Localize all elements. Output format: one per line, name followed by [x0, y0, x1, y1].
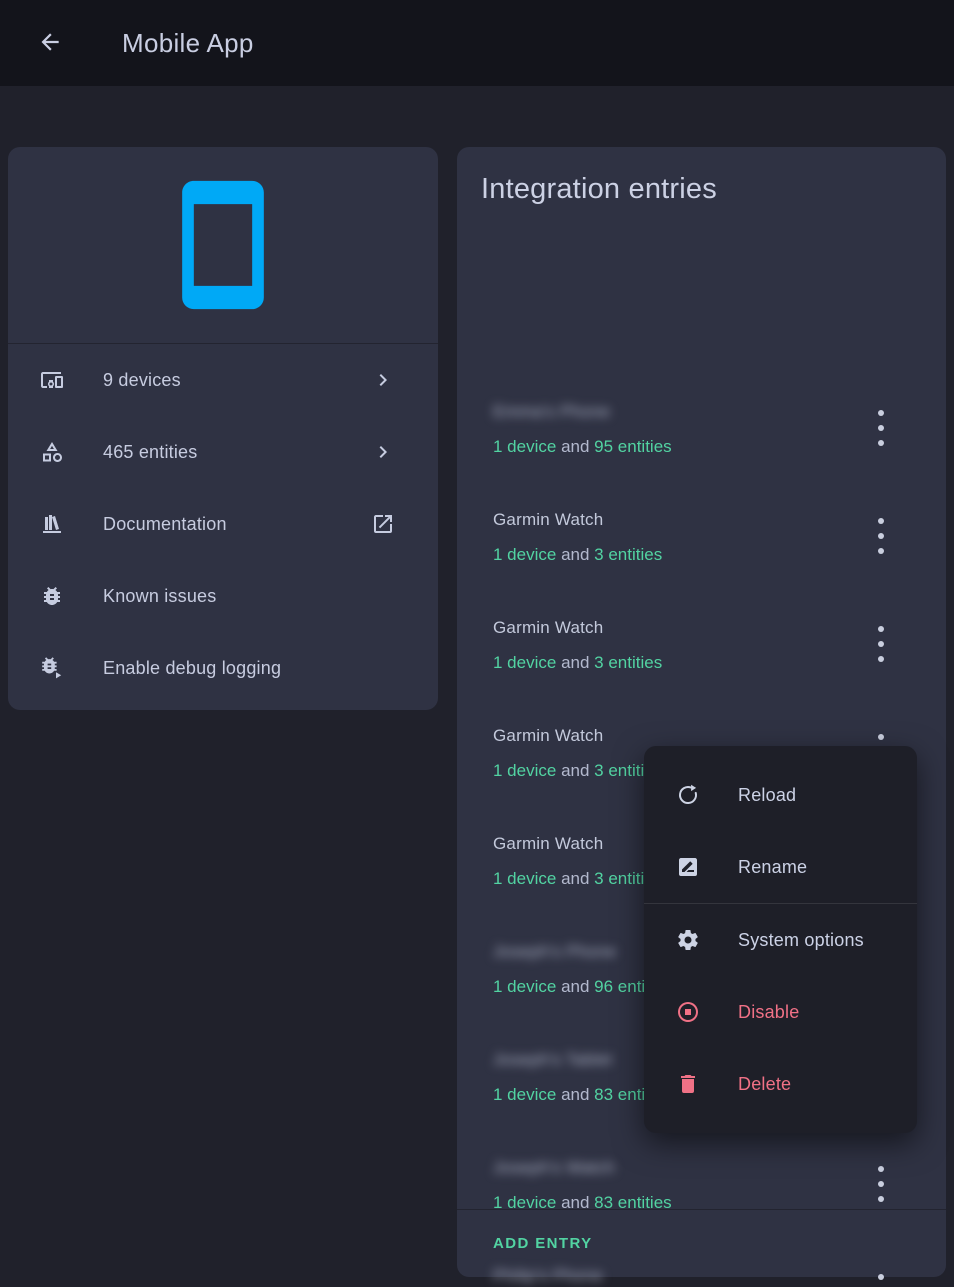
entry-menu-button[interactable]	[861, 408, 901, 448]
info-item-enable-debug-logging[interactable]: Enable debug logging	[8, 632, 438, 704]
entry-subtitle: 1 device and 3 entities	[493, 651, 856, 675]
info-list: 9 devices 465 entities Documentation	[8, 344, 438, 704]
chevron-right-icon	[371, 368, 395, 392]
menu-item-reload[interactable]: Reload	[644, 759, 917, 831]
rename-box-icon	[676, 855, 700, 879]
entry-and-text: and	[561, 977, 589, 996]
info-item-label: Documentation	[103, 514, 227, 535]
entry-entities-link[interactable]: 3 entities	[594, 545, 662, 564]
entry-menu-button[interactable]	[861, 516, 901, 556]
entry-device-link[interactable]: 1 device	[493, 653, 556, 672]
gear-icon	[676, 928, 700, 952]
entry-menu-button[interactable]	[861, 624, 901, 664]
entry-and-text: and	[561, 653, 589, 672]
entry-name: Joseph's Watch	[493, 1156, 856, 1180]
entry-subtitle: 1 device and 95 entities	[493, 435, 856, 459]
mobile-app-integration-page: Mobile App 9 devices 465 entities	[0, 0, 954, 1287]
menu-item-label: Reload	[738, 785, 796, 806]
entry-entities-link[interactable]: 3 entities	[594, 653, 662, 672]
entry-name: Garmin Watch	[493, 724, 856, 748]
entry-name: Garmin Watch	[493, 508, 856, 532]
entry-device-link[interactable]: 1 device	[493, 977, 556, 996]
cellphone-icon	[153, 175, 293, 315]
integration-icon-area	[8, 147, 438, 343]
info-item-entities[interactable]: 465 entities	[8, 416, 438, 488]
add-entry-button[interactable]: ADD ENTRY	[493, 1235, 593, 1252]
entry-name: Garmin Watch	[493, 616, 856, 640]
entry-and-text: and	[561, 761, 589, 780]
entry-entities-link[interactable]: 95 entities	[594, 437, 672, 456]
entry-name: Emma's Phone	[493, 400, 856, 424]
integration-entry-row: Emma's Phone 1 device and 95 entities	[457, 390, 946, 498]
info-item-label: Enable debug logging	[103, 658, 281, 679]
integration-entry-row: Garmin Watch 1 device and 3 entities	[457, 498, 946, 606]
info-item-known-issues[interactable]: Known issues	[8, 560, 438, 632]
arrow-left-icon	[37, 29, 63, 58]
menu-item-label: Delete	[738, 1074, 791, 1095]
menu-item-system-options[interactable]: System options	[644, 904, 917, 976]
entry-device-link[interactable]: 1 device	[493, 869, 556, 888]
bug-play-icon	[40, 656, 64, 680]
entry-device-link[interactable]: 1 device	[493, 437, 556, 456]
entry-context-menu: Reload Rename System options Disable De	[644, 746, 917, 1133]
info-item-documentation[interactable]: Documentation	[8, 488, 438, 560]
integration-info-card: 9 devices 465 entities Documentation	[8, 147, 438, 710]
menu-item-label: Rename	[738, 857, 807, 878]
bug-icon	[40, 584, 64, 608]
app-header: Mobile App	[0, 0, 954, 86]
info-item-devices[interactable]: 9 devices	[8, 344, 438, 416]
integration-entry-row: Garmin Watch 1 device and 3 entities	[457, 606, 946, 714]
chevron-right-icon	[371, 440, 395, 464]
info-item-label: 465 entities	[103, 442, 197, 463]
open-in-new-icon	[371, 512, 395, 536]
back-button[interactable]	[36, 29, 64, 57]
entry-and-text: and	[561, 869, 589, 888]
bookshelf-icon	[40, 512, 64, 536]
page-title: Mobile App	[122, 28, 254, 59]
entry-and-text: and	[561, 437, 589, 456]
info-item-label: 9 devices	[103, 370, 181, 391]
entry-and-text: and	[561, 1085, 589, 1104]
info-item-label: Known issues	[103, 586, 216, 607]
entry-device-link[interactable]: 1 device	[493, 545, 556, 564]
entries-card-title: Integration entries	[457, 147, 946, 206]
devices-icon	[40, 368, 64, 392]
entry-menu-button[interactable]	[861, 1164, 901, 1204]
shapes-icon	[40, 440, 64, 464]
menu-item-delete[interactable]: Delete	[644, 1048, 917, 1120]
menu-item-disable[interactable]: Disable	[644, 976, 917, 1048]
trash-icon	[676, 1072, 700, 1096]
entry-subtitle: 1 device and 3 entities	[493, 543, 856, 567]
entries-card-footer: ADD ENTRY	[457, 1209, 946, 1277]
reload-icon	[676, 783, 700, 807]
menu-item-label: Disable	[738, 1002, 799, 1023]
menu-item-rename[interactable]: Rename	[644, 831, 917, 903]
entry-device-link[interactable]: 1 device	[493, 1085, 556, 1104]
entry-and-text: and	[561, 545, 589, 564]
entry-device-link[interactable]: 1 device	[493, 761, 556, 780]
menu-item-label: System options	[738, 930, 864, 951]
stop-circle-icon	[676, 1000, 700, 1024]
